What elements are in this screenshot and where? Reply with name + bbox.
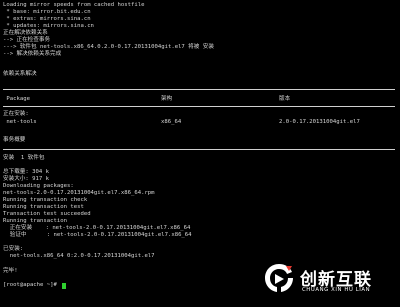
table-header-version: 版本 [279,96,291,102]
table-cell-version: 2.0-0.17.20131004git.el7 [279,119,360,125]
table-cell-arch: x86_64 [161,119,182,125]
terminal-window[interactable]: Loading mirror speeds from cached hostfi… [0,0,400,307]
output-line: ---> 软件包 net-tools.x86_64.0.2.0-0.17.201… [3,44,214,50]
output-line: Running transaction check [3,197,88,203]
output-line: Running transaction [3,218,67,224]
separator-rule [3,149,395,150]
output-line: 已安装: [3,246,24,252]
output-line: net-tools.x86_64 0:2.0-0.17.20131004git.… [3,253,155,259]
separator-rule [3,106,395,107]
output-line: Transaction test succeeded [3,211,91,217]
output-line: net-tools-2.0-0.17.20131004git.el7.x86_6… [3,190,155,196]
brand-watermark: 创新互联 CHUANG XIN HU LIAN [262,262,400,307]
brand-watermark-subtitle: CHUANG XIN HU LIAN [302,287,371,293]
table-header-package: Package [3,96,30,102]
output-line: 正在安装: [3,111,29,117]
output-line: 依赖关系解决 [3,71,37,77]
output-line: 事务概要 [3,137,26,143]
brand-logo-icon [265,264,293,292]
text-cursor [62,283,66,289]
output-line: 验证中 : net-tools-2.0-0.17.20131004git.el7… [3,232,192,238]
table-header-arch: 架构 [161,96,173,102]
output-line: * extras: mirrors.sina.cn [3,16,91,22]
output-line: * base: mirror.bit.edu.cn [3,9,91,15]
output-line: --> 正在检查事务 [3,37,51,43]
table-cell-package: net-tools [3,119,37,125]
output-line: 安装大小: 917 k [3,176,49,182]
output-line: 完毕! [3,268,18,274]
output-line: 正在解决依赖关系 [3,30,48,36]
output-line: Running transaction test [3,204,84,210]
output-line: --> 解决依赖关系完成 [3,51,62,57]
output-line: 安装 1 软件包 [3,155,45,161]
output-line: Downloading packages: [3,183,74,189]
shell-prompt[interactable]: [root@apache ~]# [3,282,60,289]
output-line: Loading mirror speeds from cached hostfi… [3,2,145,8]
output-line: 正在安装 : net-tools-2.0-0.17.20131004git.el… [3,225,191,231]
output-line: 总下载量: 304 k [3,169,49,175]
separator-rule [3,89,395,90]
output-line: * updates: mirrors.sina.cn [3,23,94,29]
